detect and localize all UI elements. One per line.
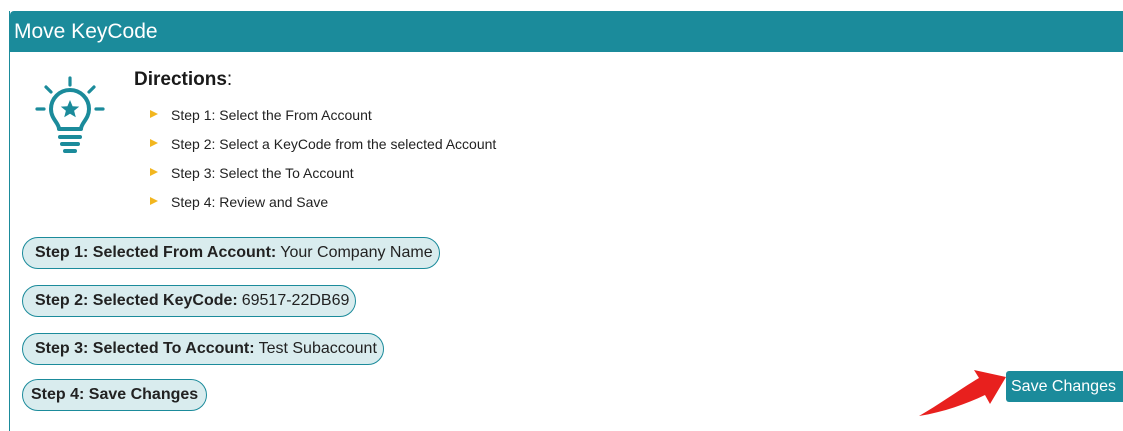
selected-keycode-pill[interactable]: Step 2: Selected KeyCode: 69517-22DB69 [22,285,357,317]
save-changes-step-pill[interactable]: Step 4: Save Changes [22,379,208,411]
red-arrow-icon [919,370,1006,416]
direction-step-text: Step 3: Select the To Account [171,165,354,181]
directions-title: Directions [134,69,227,90]
triangle-bullet-icon [150,110,158,118]
selected-from-account-value: Your Company Name [280,244,433,261]
selected-keycode-value: 69517-22DB69 [241,292,350,309]
direction-step: Step 1: Select the From Account [150,107,496,136]
save-changes-step-label: Step 4: Save Changes [31,386,199,403]
direction-step: Step 2: Select a KeyCode from the select… [150,136,496,165]
directions-heading: Directions: [134,69,232,91]
selected-keycode-label: Step 2: Selected KeyCode: [35,292,238,309]
lightbulb-star-icon [35,76,105,153]
selected-to-account-value: Test Subaccount [258,340,377,357]
selected-to-account-label: Step 3: Selected To Account: [35,340,255,357]
panel-title: Move KeyCode [14,20,158,43]
selected-from-account-pill[interactable]: Step 1: Selected From Account: Your Compa… [22,237,440,269]
direction-step-text: Step 2: Select a KeyCode from the select… [171,136,497,152]
triangle-bullet-icon [150,139,158,147]
directions-colon: : [226,69,233,90]
direction-step: Step 3: Select the To Account [150,165,496,194]
directions-steps-list: Step 1: Select the From Account Step 2: … [150,107,496,223]
save-changes-button[interactable]: Save Changes [1006,371,1123,402]
direction-step-text: Step 1: Select the From Account [171,107,372,123]
direction-step-text: Step 4: Review and Save [171,194,329,210]
triangle-bullet-icon [150,197,158,205]
panel-header: Move KeyCode [10,11,1123,52]
direction-step: Step 4: Review and Save [150,194,496,223]
triangle-bullet-icon [150,168,158,176]
selected-from-account-label: Step 1: Selected From Account: [35,244,277,261]
selected-to-account-pill[interactable]: Step 3: Selected To Account: Test Subacco… [22,333,384,365]
